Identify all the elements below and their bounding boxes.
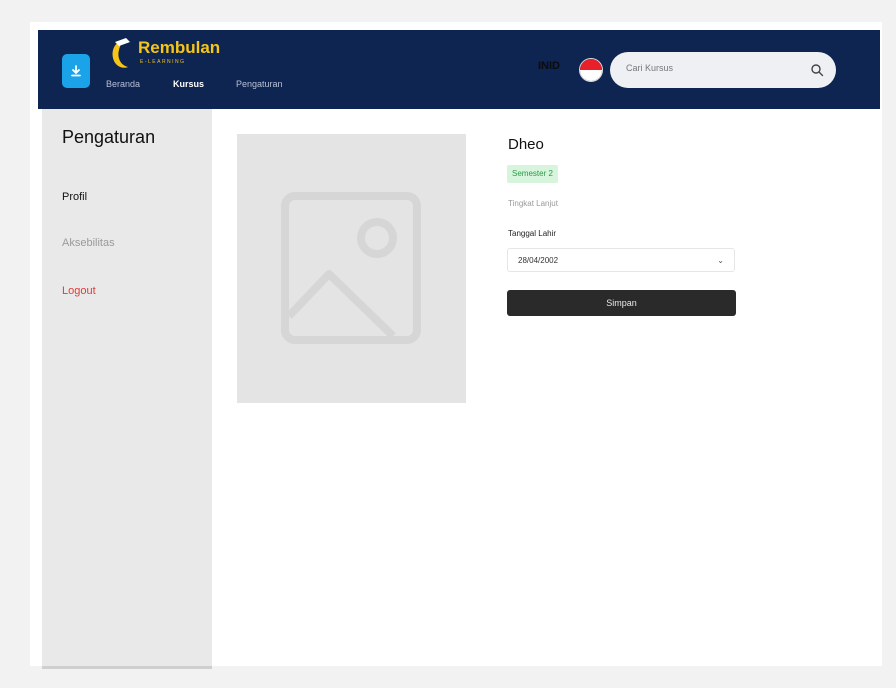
sidebar-item-profil[interactable]: Profil	[62, 191, 87, 203]
level-text: Tingkat Lanjut	[508, 199, 558, 208]
image-placeholder-icon	[281, 192, 421, 344]
logo-subtext: E-LEARNING	[140, 59, 186, 65]
search-input[interactable]	[624, 62, 798, 74]
search-bar[interactable]	[610, 52, 836, 88]
top-header: Rembulan E-LEARNING Beranda Kursus Penga…	[38, 30, 880, 109]
logo-text: Rembulan	[138, 38, 221, 57]
nav-beranda[interactable]: Beranda	[106, 79, 140, 89]
download-button[interactable]	[62, 54, 90, 88]
sidebar-title: Pengaturan	[62, 127, 156, 147]
moon-logo-icon	[112, 38, 130, 68]
dob-value: 28/04/2002	[518, 256, 559, 265]
settings-sidebar: Pengaturan Profil Aksebilitas Logout	[42, 109, 212, 669]
nav-pengaturan[interactable]: Pengaturan	[236, 79, 283, 89]
logo[interactable]: Rembulan E-LEARNING	[108, 36, 228, 68]
sidebar-item-aksebilitas[interactable]: Aksebilitas	[62, 237, 115, 249]
chevron-down-icon: ⌄	[717, 256, 724, 265]
save-button[interactable]: Simpan	[507, 290, 736, 316]
nav-kursus[interactable]: Kursus	[173, 79, 204, 89]
search-icon[interactable]	[810, 63, 824, 77]
dob-select[interactable]: 28/04/2002 ⌄	[507, 248, 735, 272]
language-label[interactable]: INID	[538, 60, 560, 72]
profile-photo[interactable]	[237, 134, 466, 403]
user-name: Dheo	[508, 136, 544, 153]
indonesia-flag-icon[interactable]	[579, 58, 603, 82]
sidebar-item-logout[interactable]: Logout	[62, 285, 96, 297]
download-icon	[71, 65, 81, 77]
semester-badge: Semester 2	[507, 165, 558, 183]
dob-label: Tanggal Lahir	[508, 229, 557, 238]
